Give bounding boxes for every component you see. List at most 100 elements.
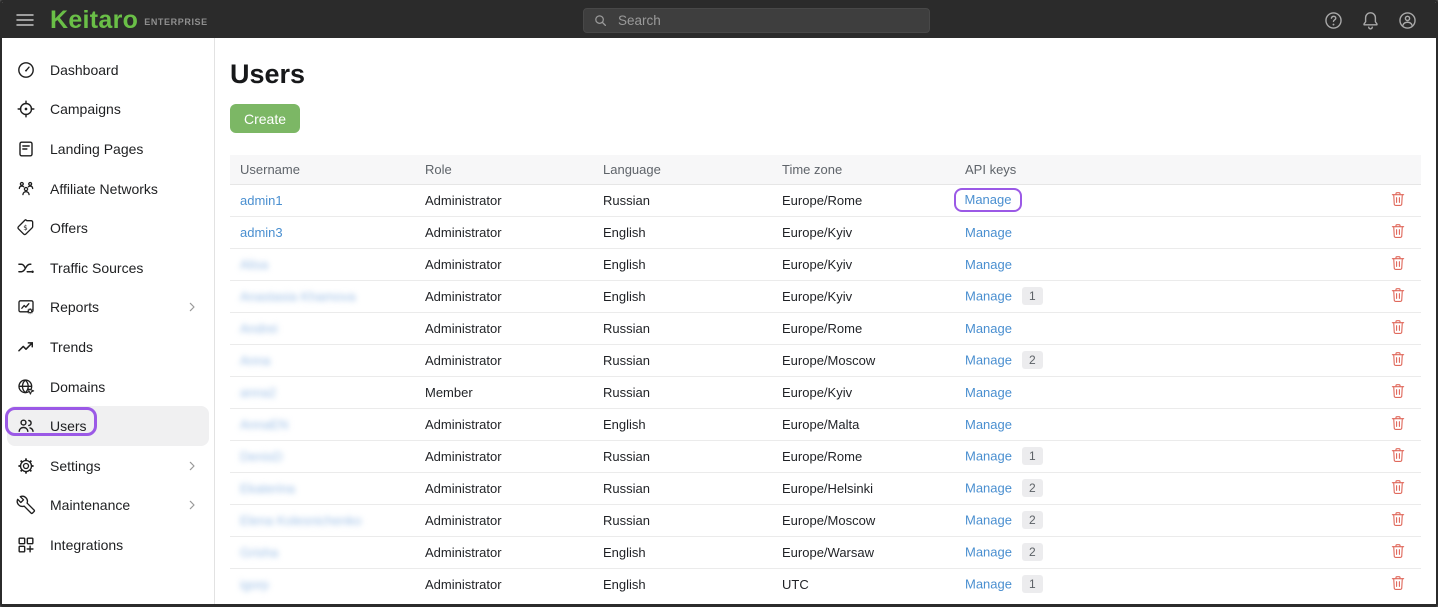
username-link[interactable]: admin3 [240,225,283,240]
users-table: Username Role Language Time zone API keys ad… [230,155,1421,600]
actions-cell [1373,567,1421,600]
manage-api-keys-link[interactable]: Manage [965,225,1012,240]
username-link[interactable]: Anastasia Khamova [240,289,356,304]
api-keys-cell: Manage [955,215,1373,248]
language-cell: Russian [593,343,772,376]
username-link[interactable]: Anna [240,353,270,368]
role-cell: Administrator [415,279,593,312]
traffic-sources-icon [16,258,36,278]
manage-api-keys-link[interactable]: Manage [965,385,1012,400]
username-link[interactable]: Ekaterina [240,481,295,496]
sidebar-item-maintenance[interactable]: Maintenance [7,486,209,526]
sidebar-item-landing-pages[interactable]: Landing Pages [7,129,209,169]
delete-user-button[interactable] [1389,478,1407,496]
sidebar-item-affiliate-networks[interactable]: Affiliate Networks [7,169,209,209]
table-row: Alisa Administrator English Europe/Kyiv Mana… [230,247,1421,280]
sidebar-item-label: Domains [50,378,106,395]
username-cell: Anastasia Khamova [230,279,415,312]
sidebar-item-integrations[interactable]: Integrations [7,525,209,565]
role-cell: Administrator [415,471,593,504]
role-cell: Administrator [415,183,593,216]
search-box [583,8,930,33]
main-content: Users Create Username Role Language Time zo… [215,38,1436,604]
sidebar-item-reports[interactable]: Reports [7,288,209,328]
manage-api-keys-link[interactable]: Manage [965,321,1012,336]
role-cell: Administrator [415,535,593,568]
manage-api-keys-link[interactable]: Manage [965,417,1012,432]
username-cell: AnnaEN [230,407,415,440]
username-link[interactable]: DenisD [240,449,283,464]
notifications-icon[interactable] [1360,10,1381,31]
delete-user-button[interactable] [1389,286,1407,304]
manage-api-keys-link[interactable]: Manage [965,513,1012,528]
language-cell: Russian [593,471,772,504]
username-link[interactable]: Alisa [240,257,268,272]
manage-api-keys-link[interactable]: Manage [965,257,1012,272]
role-cell: Administrator [415,343,593,376]
account-icon[interactable] [1397,10,1418,31]
username-cell: admin1 [230,183,415,216]
role-cell: Administrator [415,503,593,536]
help-icon[interactable] [1323,10,1344,31]
brand-logo[interactable]: Keitaro [50,7,138,33]
delete-user-button[interactable] [1389,222,1407,240]
sidebar-nav: Dashboard Campaigns Landing Pages Affiliate… [2,50,214,565]
sidebar-item-traffic-sources[interactable]: Traffic Sources [7,248,209,288]
sidebar-item-trends[interactable]: Trends [7,327,209,367]
table-row: Anna Administrator Russian Europe/Moscow Man… [230,343,1421,376]
delete-user-button[interactable] [1389,510,1407,528]
username-link[interactable]: AnnaEN [240,417,288,432]
page-title: Users [230,59,306,89]
username-link[interactable]: anna2 [240,385,276,400]
username-link[interactable]: Grisha [240,545,278,560]
sidebar-item-users[interactable]: Users [5,406,209,446]
delete-user-button[interactable] [1389,254,1407,272]
api-keys-cell: Manage [953,183,1373,216]
username-cell: Ekaterina [230,471,415,504]
search-input[interactable] [583,8,930,33]
sidebar-item-offers[interactable]: $ Offers [7,208,209,248]
language-cell: Russian [593,311,772,344]
delete-user-button[interactable] [1389,446,1407,464]
column-header-username: Username [230,155,415,184]
manage-api-keys-link[interactable]: Manage [965,192,1012,207]
hamburger-menu-icon[interactable] [14,9,36,31]
delete-user-button[interactable] [1389,542,1407,560]
topbar-actions [1323,10,1418,31]
delete-user-button[interactable] [1389,318,1407,336]
manage-api-keys-link[interactable]: Manage [965,289,1012,304]
username-link[interactable]: Elena Kolesnichenko [240,513,361,528]
delete-user-button[interactable] [1389,414,1407,432]
language-cell: Russian [593,439,772,472]
delete-user-button[interactable] [1389,190,1407,208]
api-keys-count-badge: 1 [1021,447,1043,465]
manage-api-keys-link[interactable]: Manage [965,353,1012,368]
username-link[interactable]: igorp [240,577,269,592]
language-cell: English [593,247,772,280]
api-keys-cell: Manage 2 [955,535,1373,568]
trends-icon [16,337,36,357]
username-cell: Anna [230,343,415,376]
landing-pages-icon [16,139,36,159]
manage-api-keys-link[interactable]: Manage [965,545,1012,560]
manage-api-keys-link[interactable]: Manage [965,449,1012,464]
offers-icon: $ [16,218,36,238]
api-keys-cell: Manage [955,311,1373,344]
delete-user-button[interactable] [1389,574,1407,592]
sidebar-item-domains[interactable]: Domains [7,367,209,407]
username-link[interactable]: admin1 [240,193,283,208]
language-cell: English [593,535,772,568]
delete-user-button[interactable] [1389,350,1407,368]
sidebar-item-settings[interactable]: Settings [7,446,209,486]
manage-api-keys-link[interactable]: Manage [965,481,1012,496]
table-row: AnnaEN Administrator English Europe/Malta Ma… [230,407,1421,440]
timezone-cell: Europe/Rome [772,183,955,216]
sidebar-item-campaigns[interactable]: Campaigns [7,90,209,130]
column-header-api-keys: API keys [955,155,1373,184]
username-link[interactable]: Andrei [240,321,278,336]
table-row: admin1 Administrator Russian Europe/Rome Man… [230,183,1421,216]
sidebar-item-dashboard[interactable]: Dashboard [7,50,209,90]
manage-api-keys-link[interactable]: Manage [965,577,1012,592]
delete-user-button[interactable] [1389,382,1407,400]
create-user-button[interactable]: Create [230,104,301,133]
